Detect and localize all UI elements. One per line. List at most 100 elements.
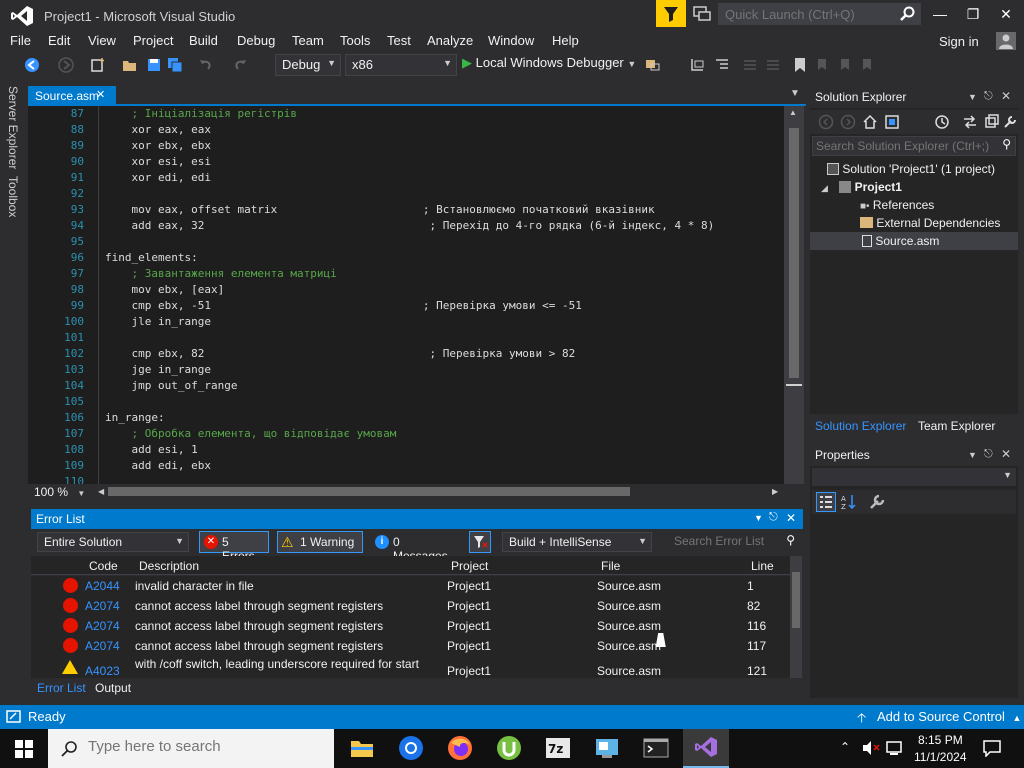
table-row[interactable]: A2074 cannot access label through segmen… xyxy=(31,636,791,656)
expand-arrow-icon[interactable]: ◢ xyxy=(821,183,828,193)
terminal-icon[interactable] xyxy=(643,735,669,761)
tab-team-explorer[interactable]: Team Explorer xyxy=(918,419,995,433)
column-header-description[interactable]: Description xyxy=(139,559,199,573)
undo-icon[interactable] xyxy=(198,57,214,73)
search-icon[interactable]: ⚲ xyxy=(786,533,795,547)
close-panel-icon[interactable]: ✕ xyxy=(1001,89,1011,103)
save-icon[interactable] xyxy=(146,57,162,73)
column-header-line[interactable]: Line xyxy=(751,559,774,573)
tree-item-external-dependencies[interactable]: External Dependencies xyxy=(860,216,1000,230)
column-header-file[interactable]: File xyxy=(601,559,620,573)
pending-changes-icon[interactable] xyxy=(934,114,950,130)
menu-edit[interactable]: Edit xyxy=(48,33,70,48)
table-row[interactable]: A4023 with /coff switch, leading undersc… xyxy=(31,657,791,678)
solution-explorer-search-input[interactable] xyxy=(813,137,991,155)
uncomment-icon[interactable] xyxy=(765,57,781,73)
browse-icon[interactable] xyxy=(645,57,661,73)
redo-icon[interactable] xyxy=(232,57,248,73)
scroll-up-icon[interactable]: ▲ xyxy=(789,108,797,117)
window-position-icon[interactable]: ▼ xyxy=(968,92,977,102)
properties-object-select[interactable]: ▼ xyxy=(812,468,1016,486)
editor-horizontal-scroll-thumb[interactable] xyxy=(108,487,630,496)
output-window-icon[interactable] xyxy=(6,710,22,724)
close-button[interactable]: ✕ xyxy=(989,0,1023,28)
switch-views-icon[interactable] xyxy=(884,114,900,130)
error-code-link[interactable]: A2074 xyxy=(85,619,120,633)
solution-explorer-search-box[interactable]: ⚲ xyxy=(812,136,1016,156)
notifications-icon[interactable] xyxy=(982,739,1002,757)
quick-launch-input[interactable] xyxy=(719,4,899,24)
menu-test[interactable]: Test xyxy=(387,33,411,48)
minimize-button[interactable]: — xyxy=(923,0,957,28)
find-in-files-icon[interactable] xyxy=(690,57,706,73)
menu-build[interactable]: Build xyxy=(189,33,218,48)
tree-item-references[interactable]: ■• References xyxy=(860,198,934,212)
home-icon[interactable] xyxy=(862,114,878,130)
error-code-link[interactable]: A2044 xyxy=(85,579,120,593)
column-header-code[interactable]: Code xyxy=(89,559,118,573)
menu-tools[interactable]: Tools xyxy=(340,33,370,48)
account-icon[interactable] xyxy=(996,32,1016,50)
menu-analyze[interactable]: Analyze xyxy=(427,33,473,48)
alphabetical-icon[interactable]: AZ xyxy=(840,493,858,511)
tree-item-solution[interactable]: Solution 'Project1' (1 project) xyxy=(827,162,995,176)
pin-icon[interactable]: ⎋ xyxy=(769,511,778,524)
build-filter-toggle[interactable] xyxy=(469,531,491,553)
chrome-icon[interactable] xyxy=(398,735,424,761)
bookmark-next-icon[interactable] xyxy=(838,57,854,73)
search-error-list-input[interactable] xyxy=(669,532,769,550)
menu-team[interactable]: Team xyxy=(292,33,324,48)
file-explorer-icon[interactable] xyxy=(349,735,375,761)
forward-icon[interactable] xyxy=(840,114,856,130)
scroll-right-icon[interactable]: ▶ xyxy=(772,487,778,496)
menu-debug[interactable]: Debug xyxy=(237,33,275,48)
property-pages-icon[interactable] xyxy=(868,493,886,511)
table-row[interactable]: A2074 cannot access label through segmen… xyxy=(31,616,791,636)
chevron-up-icon[interactable]: ⌃ xyxy=(840,740,850,754)
clock-time[interactable]: 8:15 PM xyxy=(918,733,963,747)
search-icon[interactable] xyxy=(900,6,916,22)
tree-item-source-asm[interactable]: Source.asm xyxy=(862,234,939,248)
server-explorer-tab[interactable]: Server Explorer xyxy=(6,86,20,169)
pin-icon[interactable]: ⎋ xyxy=(984,90,993,103)
scope-select[interactable]: Entire Solution ▼ xyxy=(37,532,189,552)
code-editor[interactable]: 87 ; Ініціалізація регістрів 88 xor eax,… xyxy=(28,106,784,484)
properties-wrench-icon[interactable] xyxy=(1002,114,1018,130)
warnings-filter-button[interactable]: ⚠ 1 Warning xyxy=(277,531,363,553)
close-panel-icon[interactable]: ✕ xyxy=(786,511,796,525)
open-folder-icon[interactable] xyxy=(122,57,138,73)
tree-item-project[interactable]: ◢ Project1 xyxy=(821,180,902,194)
tab-solution-explorer[interactable]: Solution Explorer xyxy=(815,419,906,433)
bookmark-prev-icon[interactable] xyxy=(815,57,831,73)
solution-platform-select[interactable]: x86 ▼ xyxy=(345,54,457,76)
scroll-left-icon[interactable]: ◀ xyxy=(98,487,104,496)
close-panel-icon[interactable]: ✕ xyxy=(1001,447,1011,461)
categorized-icon[interactable] xyxy=(816,492,836,512)
errors-filter-button[interactable]: ✕ 5 Errors xyxy=(199,531,269,563)
source-filter-select[interactable]: Build + IntelliSense ▼ xyxy=(502,532,652,552)
collapse-all-icon[interactable] xyxy=(984,114,1000,130)
error-code-link[interactable]: A2074 xyxy=(85,599,120,613)
menu-help[interactable]: Help xyxy=(552,33,579,48)
toolbox-tab[interactable]: Toolbox xyxy=(6,176,20,217)
menu-file[interactable]: File xyxy=(10,33,31,48)
solution-configuration-select[interactable]: Debug ▼ xyxy=(275,54,341,76)
visual-studio-taskbar-button[interactable] xyxy=(683,729,729,768)
clock-date[interactable]: 11/1/2024 xyxy=(914,750,967,764)
sync-icon[interactable] xyxy=(962,114,978,130)
pin-icon[interactable]: ⎋ xyxy=(984,448,993,461)
utorrent-icon[interactable] xyxy=(496,735,522,761)
menu-view[interactable]: View xyxy=(88,33,116,48)
sign-in-link[interactable]: Sign in xyxy=(939,34,979,49)
bookmark-icon[interactable] xyxy=(792,57,808,73)
volume-muted-icon[interactable] xyxy=(862,740,880,756)
firefox-icon[interactable] xyxy=(447,735,473,761)
forward-icon[interactable] xyxy=(58,57,74,73)
menu-project[interactable]: Project xyxy=(133,33,173,48)
search-error-list-box[interactable]: ⚲ xyxy=(669,532,801,552)
zoom-level[interactable]: 100 % ▼ xyxy=(34,485,85,499)
taskbar-search-box[interactable] xyxy=(48,729,334,768)
menu-window[interactable]: Window xyxy=(488,33,534,48)
new-project-icon[interactable] xyxy=(90,57,106,73)
table-row[interactable]: A2044 invalid character in file Project1… xyxy=(31,576,791,596)
